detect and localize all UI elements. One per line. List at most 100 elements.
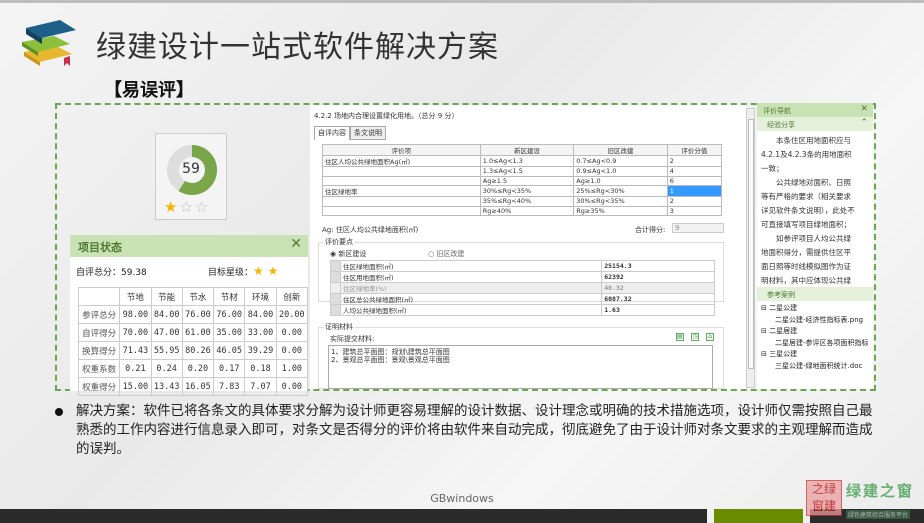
table-cell: 98.00 xyxy=(119,305,152,324)
target-label: 目标星级： xyxy=(208,268,254,278)
table-cell: 7.83 xyxy=(213,377,246,396)
table-cell: 13.43 xyxy=(150,377,183,396)
grid-cell[interactable]: 3 xyxy=(666,205,723,216)
column-header: 节水 xyxy=(181,287,215,306)
column-header: 环境 xyxy=(244,287,277,306)
tree-file[interactable]: 三星公建-绿地面积统计.doc xyxy=(761,361,869,373)
grid-cell[interactable]: 2 xyxy=(666,196,723,207)
table-row: 权重得分 15.00 13.43 16.05 7.83 7.07 0.00 xyxy=(77,377,309,396)
evaluation-nav-panel: 评价导航 ✕ 经验分享 ⌃ 本条住区用地面积应与4.2.1及4.2.3条的用地面积一… xyxy=(757,103,873,389)
close-icon[interactable]: ✕ xyxy=(290,236,302,252)
grid-cell[interactable]: Rg≥40% xyxy=(479,205,575,216)
data-row[interactable]: 住区用地面积(㎡) 62392 xyxy=(330,271,715,283)
grid-cell[interactable]: 0.7≤Ag<0.9 xyxy=(573,155,668,167)
data-label: 住区总公共绿地面积(㎡) xyxy=(339,293,603,305)
tree-group[interactable]: ⊟ 三星公建 xyxy=(761,349,869,361)
chevron-up-icon[interactable]: ⌃ xyxy=(860,118,868,128)
folder-icon[interactable]: ▤ xyxy=(676,333,684,341)
bullet-icon xyxy=(55,408,63,416)
nav-title: 评价导航 xyxy=(763,107,791,115)
grid-cell[interactable] xyxy=(322,175,481,186)
tree-file[interactable]: 二星公建-经济性指标表.png xyxy=(761,315,869,327)
table-cell: 16.05 xyxy=(181,377,215,396)
table-cell: 71.43 xyxy=(119,341,152,360)
grid-cell[interactable]: 4 xyxy=(666,166,723,177)
grid-cell[interactable]: 30%≤Rg<35% xyxy=(573,196,668,207)
data-value[interactable]: 40.32 xyxy=(601,282,715,294)
score-stars: ★☆☆ xyxy=(164,198,210,216)
tree-file[interactable]: 二星居建-参评区各项面积指标 xyxy=(761,338,869,350)
grid-cell[interactable]: 1.0≤Ag<1.3 xyxy=(479,155,575,167)
grid-cell[interactable]: 住区人均公共绿地面积Ag(㎡) xyxy=(322,155,481,167)
grid-cell[interactable]: 0.9≤Ag<1.0 xyxy=(573,166,668,177)
row-gutter xyxy=(330,282,341,294)
table-cell: 0.00 xyxy=(275,341,309,360)
table-cell: 55.95 xyxy=(150,341,183,360)
tree-group[interactable]: ⊟ 二星公建 xyxy=(761,303,869,315)
grid-cell[interactable]: Ag≥1.5 xyxy=(479,175,575,186)
grid-cell[interactable]: Rg≥35% xyxy=(573,205,668,216)
data-value[interactable]: 62392 xyxy=(601,271,715,283)
home-icon[interactable]: ⌂ xyxy=(706,333,714,341)
clock-icon[interactable]: ◷ xyxy=(691,333,699,341)
solution-bullet: 解决方案：软件已将各条文的具体要求分解为设计师更容易理解的设计数据、设计理念或明… xyxy=(55,402,875,459)
radio-new[interactable]: ◉ 新区建设 xyxy=(330,249,366,259)
top-border xyxy=(0,0,924,3)
data-row[interactable]: 住区总公共绿地面积(㎡) 6087.32 xyxy=(330,293,715,305)
scrollbar-thumb[interactable] xyxy=(748,119,754,369)
material-line: 2、景观总平面图：景观\景观总平面图 xyxy=(331,356,450,364)
grid-cell[interactable]: 30%≤Rg<35% xyxy=(479,185,575,197)
materials-textarea[interactable]: 1、建筑总平面图：规划\建筑总平面图 2、景观总平面图：景观\景观总平面图 xyxy=(328,345,713,389)
grid-cell[interactable]: 1 xyxy=(666,185,723,197)
footer-bar-accent xyxy=(714,509,803,523)
grid-row[interactable]: 住区人均公共绿地面积Ag(㎡) 1.0≤Ag<1.3 0.7≤Ag<0.9 2 xyxy=(322,155,723,167)
scrollbar[interactable] xyxy=(746,108,755,388)
data-row[interactable]: 人均公共绿地面积(㎡) 1.63 xyxy=(330,304,715,316)
panel-title: 项目状态 xyxy=(78,241,122,254)
table-cell: 80.26 xyxy=(181,341,215,360)
grid-cell[interactable] xyxy=(322,205,481,216)
total-score-field[interactable]: 9 xyxy=(672,223,724,233)
data-value[interactable]: 6087.32 xyxy=(601,293,715,305)
grid-row[interactable]: 35%≤Rg<40% 30%≤Rg<35% 2 xyxy=(322,196,723,207)
grid-cell[interactable] xyxy=(322,166,481,177)
total-score: 自评总分：59.38 xyxy=(76,268,147,278)
table-cell: 76.00 xyxy=(181,305,215,324)
table-cell: 76.00 xyxy=(213,305,246,324)
star-empty-icon: ☆ xyxy=(194,198,211,216)
ag-note: Ag: 住区人均公共绿地面积(㎡) xyxy=(322,226,419,234)
grid-row[interactable]: Rg≥40% Rg≥35% 3 xyxy=(322,205,723,216)
grid-cell[interactable]: 25%≤Rg<30% xyxy=(573,185,668,197)
close-icon[interactable]: ✕ xyxy=(860,104,868,114)
grid-cell[interactable]: 2 xyxy=(666,155,723,167)
cases-header[interactable]: 参考案例 xyxy=(757,287,873,301)
tab-self-eval[interactable]: 自评内容 xyxy=(314,126,350,140)
grid-cell[interactable]: Ag≥1.0 xyxy=(573,175,668,186)
grid-cell[interactable]: 6 xyxy=(666,175,723,186)
grid-cell[interactable]: 住区绿地率 xyxy=(322,185,481,197)
paragraph: 公共绿地对面积、日照等有严格的要求（相关要求详见软件条文说明），此处不可直接填写… xyxy=(761,178,855,229)
grid-row[interactable]: Ag≥1.5 Ag≥1.0 6 xyxy=(322,175,723,186)
tab-clause-notes[interactable]: 条文说明 xyxy=(350,126,386,140)
group-label: 三星公建 xyxy=(769,350,798,358)
grid-cell[interactable]: 35%≤Rg<40% xyxy=(479,196,575,207)
grid-row[interactable]: 住区绿地率 30%≤Rg<35% 25%≤Rg<30% 1 xyxy=(322,185,723,197)
group-label: 二星公建 xyxy=(769,304,798,312)
criteria-grid: 评价项 新区建设 旧区改建 评价分值 住区人均公共绿地面积Ag(㎡) 1.0≤Ag<1.3… xyxy=(322,144,723,216)
table-cell: 0.00 xyxy=(275,377,309,396)
radio-old[interactable]: ○ 旧区改建 xyxy=(428,249,464,259)
grid-row[interactable]: 1.3≤Ag<1.5 0.9≤Ag<1.0 4 xyxy=(322,166,723,177)
table-cell: 84.00 xyxy=(244,305,277,324)
tree-group[interactable]: ⊟ 二星居建 xyxy=(761,326,869,338)
share-header[interactable]: 经验分享 ⌃ xyxy=(757,117,873,131)
paragraph: 本条住区用地面积应与4.2.1及4.2.3条的用地面积一致； xyxy=(761,136,852,173)
data-value[interactable]: 1.63 xyxy=(601,304,715,316)
grid-cell[interactable] xyxy=(322,196,481,207)
data-label: 人均公共绿地面积(㎡) xyxy=(339,304,603,316)
material-line: 1、建筑总平面图：规划\建筑总平面图 xyxy=(331,348,450,356)
data-row[interactable]: 住区绿地面积(㎡) 25154.3 xyxy=(330,260,715,272)
paragraph: 如参评项目人均公共绿地面积得分，需提供住区平面日照等时线模拟图作为证明材料，其中… xyxy=(761,234,851,285)
data-row[interactable]: 住区绿地率(%) 40.32 xyxy=(330,282,715,294)
data-value[interactable]: 25154.3 xyxy=(601,260,715,272)
grid-cell[interactable]: 1.3≤Ag<1.5 xyxy=(479,166,575,177)
